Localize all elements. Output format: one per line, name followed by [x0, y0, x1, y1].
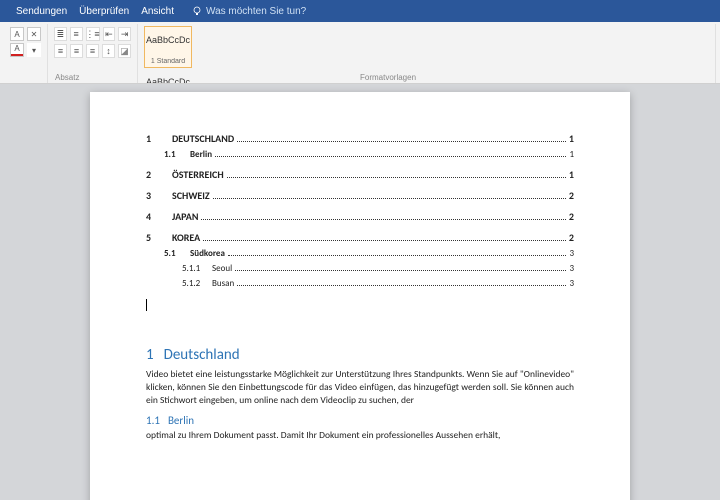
toc-number: 5.1.1: [182, 263, 212, 274]
toc-page: 1: [569, 168, 574, 181]
toc-number: 5: [146, 231, 172, 244]
toc-page: 3: [569, 263, 574, 274]
style-sample: AaBbCcDc: [146, 71, 190, 83]
font-group: A ✕ A ▾: [4, 24, 48, 83]
title-bar: Sendungen Überprüfen Ansicht Was möchten…: [0, 0, 720, 22]
toc-entry[interactable]: 3SCHWEIZ 2: [146, 189, 574, 202]
heading-text: Berlin: [168, 414, 194, 427]
highlight-button[interactable]: ▾: [27, 43, 41, 57]
lightbulb-icon: [192, 6, 202, 16]
toc-leader: [215, 156, 566, 157]
toc-title: SCHWEIZ: [172, 189, 210, 202]
style-label: 1 Standard: [146, 58, 190, 65]
toc-page: 3: [569, 248, 574, 259]
toc-title: KOREA: [172, 231, 200, 244]
toc-title: Seoul: [212, 263, 232, 274]
toc-title: Südkorea: [190, 248, 225, 259]
toc-page: 3: [569, 278, 574, 289]
toc-page: 1: [569, 132, 574, 145]
toc-leader: [203, 240, 566, 241]
toc-leader: [237, 141, 566, 142]
increase-indent-button[interactable]: ⇥: [118, 27, 131, 41]
toc-leader: [228, 255, 567, 256]
toc-number: 1: [146, 132, 172, 145]
style-chip[interactable]: AaBbCcDc1 Kein Lee...: [144, 68, 192, 83]
toc-leader: [237, 285, 566, 286]
toc-number: 5.1: [164, 248, 190, 259]
heading-number: 1: [146, 346, 154, 364]
toc-entry[interactable]: 2ÖSTERREICH 1: [146, 168, 574, 181]
toc-number: 5.1.2: [182, 278, 212, 289]
toc-leader: [213, 198, 566, 199]
menu-tab-sendungen[interactable]: Sendungen: [16, 6, 67, 17]
shading-button[interactable]: ◪: [118, 44, 131, 58]
tell-me-search[interactable]: Was möchten Sie tun?: [192, 6, 306, 17]
body-paragraph[interactable]: optimal zu Ihrem Dokument passt. Damit I…: [146, 429, 574, 442]
numbered-list-button[interactable]: ≡: [70, 27, 83, 41]
heading-text: Deutschland: [164, 346, 240, 364]
toc-entry[interactable]: 5.1.1Seoul 3: [146, 263, 574, 274]
decrease-indent-button[interactable]: ⇤: [103, 27, 116, 41]
toc-page: 1: [569, 149, 574, 160]
body-paragraph[interactable]: Video bietet eine leistungsstarke Möglic…: [146, 368, 574, 406]
heading-2[interactable]: 1.1 Berlin: [146, 414, 574, 427]
toc-leader: [201, 219, 565, 220]
align-right-button[interactable]: ≡: [86, 44, 99, 58]
menu-tab-ueberpruefen[interactable]: Überprüfen: [79, 6, 129, 17]
toc-title: Busan: [212, 278, 234, 289]
heading-number: 1.1: [146, 414, 160, 427]
heading-1[interactable]: 1 Deutschland: [146, 346, 574, 364]
toc-title: ÖSTERREICH: [172, 168, 224, 181]
toc-entry[interactable]: 1DEUTSCHLAND1: [146, 132, 574, 145]
toc-number: 1.1: [164, 149, 190, 160]
toc-leader: [235, 270, 566, 271]
bullet-list-button[interactable]: ≣: [54, 27, 67, 41]
toc-number: 3: [146, 189, 172, 202]
ribbon: A ✕ A ▾ ≣ ≡ ⋮≡ ⇤ ⇥ ≡ ≡ ≡ ↕ ◪: [0, 22, 720, 84]
line-spacing-button[interactable]: ↕: [102, 44, 115, 58]
text-cursor: [146, 299, 147, 311]
menu-tab-ansicht[interactable]: Ansicht: [141, 6, 174, 17]
menu-tabs: Sendungen Überprüfen Ansicht: [4, 6, 174, 17]
font-color-button[interactable]: A: [10, 43, 24, 57]
align-center-button[interactable]: ≡: [70, 44, 83, 58]
toc-entry[interactable]: 4JAPAN 2: [146, 210, 574, 223]
align-left-button[interactable]: ≡: [54, 44, 67, 58]
page[interactable]: 1DEUTSCHLAND11.1Berlin12ÖSTERREICH13SCHW…: [90, 92, 630, 500]
clear-formatting-button[interactable]: ✕: [27, 27, 41, 41]
toc-title: Berlin: [190, 149, 212, 160]
toc-leader: [227, 177, 566, 178]
toc-title: JAPAN: [172, 210, 198, 223]
toc-number: 4: [146, 210, 172, 223]
toc-number: 2: [146, 168, 172, 181]
style-chip[interactable]: AaBbCcDc 1 Standard: [144, 26, 192, 68]
toc-page: 2: [569, 231, 574, 244]
toc-entry[interactable]: 5KOREA 2: [146, 231, 574, 244]
toc-page: 2: [569, 189, 574, 202]
toc-entry[interactable]: 5.1.2Busan 3: [146, 278, 574, 289]
multilevel-list-button[interactable]: ⋮≡: [86, 27, 100, 41]
toc-entry[interactable]: 5.1Südkorea 3: [146, 248, 574, 259]
toc-entry[interactable]: 1.1Berlin 1: [146, 149, 574, 160]
paragraph-caption: Absatz: [55, 73, 79, 82]
tell-me-label: Was möchten Sie tun?: [206, 6, 306, 17]
decrease-font-button[interactable]: A: [10, 27, 24, 41]
document-area[interactable]: 1DEUTSCHLAND11.1Berlin12ÖSTERREICH13SCHW…: [0, 84, 720, 500]
toc-title: DEUTSCHLAND: [172, 132, 234, 145]
table-of-contents: 1DEUTSCHLAND11.1Berlin12ÖSTERREICH13SCHW…: [146, 132, 574, 289]
style-sample: AaBbCcDc: [146, 29, 190, 51]
styles-caption: Formatvorlagen: [360, 73, 416, 82]
styles-gallery[interactable]: AaBbCcDc 1 StandardAaBbCcDc1 Kein Lee... 1…: [138, 24, 716, 83]
toc-page: 2: [569, 210, 574, 223]
